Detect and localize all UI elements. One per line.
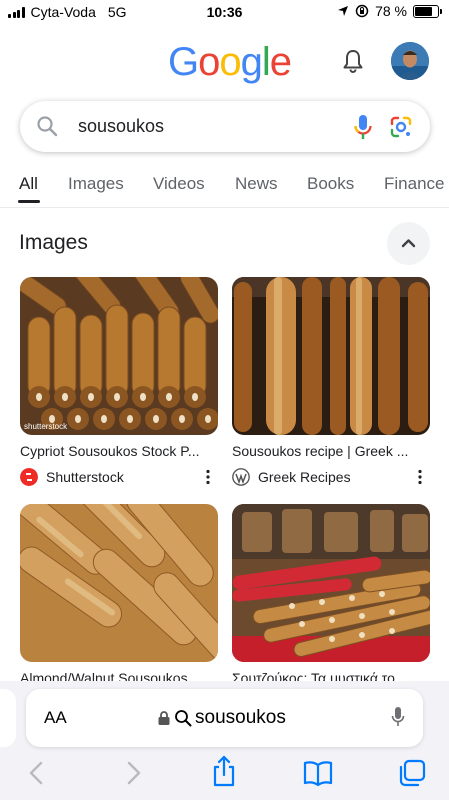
image-result[interactable]: Sousoukos recipe | Greek ... Greek Recip…	[232, 277, 430, 486]
search-icon	[175, 710, 192, 727]
mic-icon[interactable]	[391, 706, 405, 728]
watermark: shutterstock	[24, 422, 68, 431]
result-thumbnail[interactable]	[232, 504, 430, 662]
address-bar[interactable]: AA sousoukos	[26, 689, 423, 747]
result-caption[interactable]: Sousoukos recipe | Greek ...	[232, 443, 422, 459]
tab-finance[interactable]: Finance	[384, 174, 444, 194]
result-caption[interactable]: Cypriot Sousoukos Stock P...	[20, 443, 210, 459]
url-field[interactable]: sousoukos	[157, 707, 286, 729]
user-avatar[interactable]	[391, 42, 429, 80]
market-stall-image	[232, 504, 430, 662]
screen-rotation-lock-icon	[355, 4, 369, 18]
image-result[interactable]: shutterstock Cypriot Sousoukos Stock P..…	[20, 277, 218, 486]
back-arrow-icon[interactable]	[22, 759, 52, 787]
search-icon[interactable]	[36, 115, 58, 137]
tab-all[interactable]: All	[19, 174, 38, 194]
google-logo[interactable]: Google	[168, 40, 292, 85]
reader-settings-button[interactable]: AA	[44, 708, 67, 728]
location-arrow-icon	[338, 6, 349, 16]
bell-icon[interactable]	[341, 48, 365, 74]
result-thumbnail[interactable]	[20, 504, 218, 662]
safari-toolbar: AA sousoukos	[0, 681, 449, 800]
previous-tab-peek[interactable]	[0, 689, 16, 747]
avatar-photo-icon	[391, 42, 429, 80]
source-name: Shutterstock	[46, 469, 124, 485]
logo-letter: e	[269, 40, 292, 84]
collapse-button[interactable]	[387, 222, 430, 265]
status-bar: Cyta-Voda 5G 10:36 78 %	[0, 0, 449, 26]
logo-letter: g	[240, 40, 263, 84]
bookmarks-icon[interactable]	[303, 759, 333, 787]
battery-icon	[413, 4, 442, 18]
google-lens-icon[interactable]	[389, 115, 413, 139]
section-title: Images	[19, 231, 88, 254]
search-input[interactable]: sousoukos	[78, 116, 164, 137]
tab-news[interactable]: News	[235, 174, 278, 194]
battery-percent: 78 %	[375, 3, 407, 19]
almond-walnut-sousoukos-image	[20, 504, 218, 662]
mic-icon[interactable]	[353, 114, 373, 140]
share-icon[interactable]	[209, 755, 239, 787]
result-thumbnail[interactable]	[232, 277, 430, 435]
tab-books[interactable]: Books	[307, 174, 354, 194]
logo-letter: l	[261, 40, 271, 84]
result-thumbnail[interactable]: shutterstock	[20, 277, 218, 435]
result-source[interactable]: Shutterstock	[20, 468, 218, 486]
logo-letter: o	[219, 40, 241, 84]
result-source[interactable]: Greek Recipes	[232, 468, 430, 486]
status-right: 78 %	[337, 3, 442, 19]
more-options-icon[interactable]	[206, 469, 210, 485]
search-tabs: All Images Videos News Books Finance	[0, 172, 449, 208]
tab-images[interactable]: Images	[68, 174, 124, 194]
sousoukos-stack-image	[20, 277, 218, 435]
source-name: Greek Recipes	[258, 469, 351, 485]
forward-arrow-icon[interactable]	[118, 759, 148, 787]
lock-icon	[158, 711, 170, 725]
image-result[interactable]: Almond/Walnut Sousoukos ...	[20, 504, 218, 686]
search-box[interactable]: sousoukos	[20, 101, 430, 152]
hanging-sousoukos-image	[232, 277, 430, 435]
shutterstock-favicon-icon	[20, 468, 38, 486]
more-options-icon[interactable]	[418, 469, 422, 485]
logo-letter: o	[198, 40, 220, 84]
chevron-up-icon	[401, 239, 416, 248]
tab-videos[interactable]: Videos	[153, 174, 205, 194]
active-tab-indicator	[18, 200, 40, 203]
wordpress-favicon-icon	[232, 468, 250, 486]
url-text: sousoukos	[195, 707, 286, 728]
logo-letter: G	[168, 40, 199, 84]
image-result[interactable]: Σουτζούκος: Τα μυστικά το...	[232, 504, 430, 686]
tabs-icon[interactable]	[397, 759, 427, 787]
